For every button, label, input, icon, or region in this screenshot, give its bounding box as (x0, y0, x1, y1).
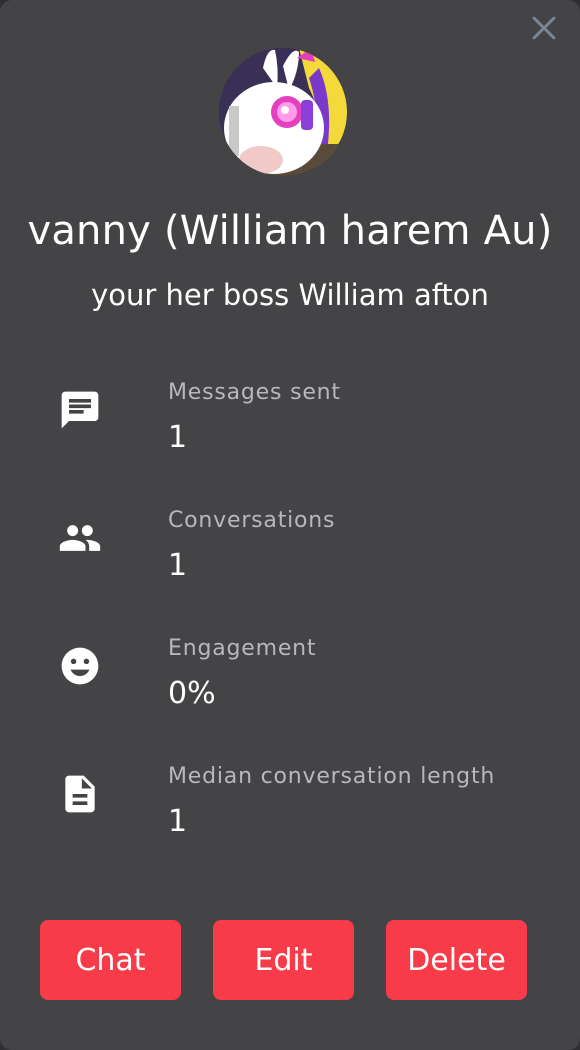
stat-messages-sent: Messages sent 1 (0, 380, 580, 480)
avatar (219, 48, 347, 176)
stat-label: Conversations (168, 508, 336, 533)
character-name: vanny (William harem Au) (27, 208, 553, 254)
smiley-face-icon (56, 642, 104, 690)
stat-value: 1 (168, 804, 188, 839)
delete-button[interactable]: Delete (386, 920, 527, 1000)
close-icon (532, 16, 556, 40)
stat-value: 1 (168, 548, 188, 583)
stat-engagement: Engagement 0% (0, 636, 580, 736)
avatar-image (219, 48, 347, 176)
edit-button[interactable]: Edit (213, 920, 354, 1000)
character-tagline: your her boss William afton (91, 278, 489, 312)
stat-label: Messages sent (168, 380, 341, 405)
people-icon (56, 514, 104, 562)
document-icon (56, 770, 104, 818)
close-button[interactable] (526, 10, 562, 46)
stat-conversations: Conversations 1 (0, 508, 580, 608)
chat-bubble-icon (56, 386, 104, 434)
chat-button[interactable]: Chat (40, 920, 181, 1000)
stat-median-conversation-length: Median conversation length 1 (0, 764, 580, 864)
stat-label: Median conversation length (168, 764, 496, 789)
stat-value: 1 (168, 420, 188, 455)
character-profile-modal: vanny (William harem Au) your her boss W… (0, 0, 580, 1050)
stat-value: 0% (168, 676, 216, 711)
stat-label: Engagement (168, 636, 317, 661)
